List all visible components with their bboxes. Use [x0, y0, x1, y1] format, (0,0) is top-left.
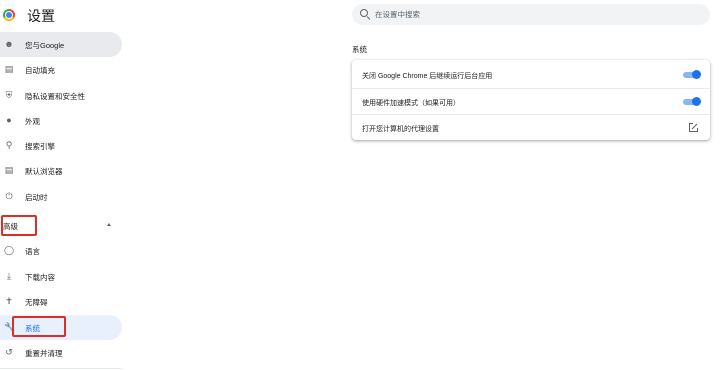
shield-icon: ⛨ — [5, 90, 13, 100]
sidebar-item-label: 默认浏览器 — [25, 167, 63, 176]
sidebar-item-label: 无障碍 — [25, 298, 48, 307]
sidebar-item-label: 下载内容 — [25, 273, 55, 282]
palette-icon: ● — [6, 115, 12, 125]
sidebar-item-accessibility[interactable]: ✝ 无障碍 — [0, 289, 122, 314]
sidebar-item-downloads[interactable]: ⤓ 下载内容 — [0, 264, 122, 289]
browser-icon: ▤ — [4, 165, 14, 175]
person-icon: ☻ — [4, 39, 14, 49]
sidebar-item-privacy[interactable]: ⛨ 隐私设置和安全性 — [0, 83, 122, 108]
power-icon: ⏻ — [5, 191, 13, 201]
sidebar-item-search-engine[interactable]: ⚲ 搜索引擎 — [0, 133, 122, 158]
sidebar-item-autofill[interactable]: ▤ 自动填充 — [0, 57, 122, 82]
sidebar-item-label: 隐私设置和安全性 — [25, 92, 85, 101]
sidebar-item-default-browser[interactable]: ▤ 默认浏览器 — [0, 158, 122, 183]
page-title: 设置 — [27, 8, 55, 24]
sidebar-item-label: 启动时 — [25, 193, 48, 202]
sidebar-item-appearance[interactable]: ● 外观 — [0, 108, 122, 133]
background-apps-toggle[interactable] — [683, 70, 701, 79]
search-icon — [360, 9, 368, 17]
highlight-box-advanced — [1, 215, 37, 236]
setting-row-background-apps[interactable]: 关闭 Google Chrome 后继续运行后台应用 — [352, 62, 710, 88]
chrome-logo-icon — [3, 9, 15, 21]
sidebar-item-languages[interactable]: ◯ 语言 — [0, 238, 122, 263]
reset-icon: ↺ — [5, 347, 13, 357]
highlight-box-system — [12, 316, 66, 337]
sidebar-item-label: 外观 — [25, 117, 40, 126]
setting-row-hardware-acceleration[interactable]: 使用硬件加速模式（如果可用） — [352, 88, 710, 114]
sidebar-item-label: 搜索引擎 — [25, 142, 55, 151]
setting-label: 打开您计算机的代理设置 — [362, 126, 439, 133]
sidebar-item-label: 语言 — [25, 247, 40, 256]
system-settings-card: 关闭 Google Chrome 后继续运行后台应用 使用硬件加速模式（如果可用… — [352, 60, 710, 140]
sidebar-item-reset[interactable]: ↺ 重置并清理 — [0, 340, 122, 365]
section-title: 系统 — [352, 45, 367, 54]
setting-label: 关闭 Google Chrome 后继续运行后台应用 — [362, 73, 493, 80]
search-placeholder: 在设置中搜索 — [375, 10, 420, 19]
app-header: 设置 在设置中搜索 — [0, 0, 720, 30]
sidebar-item-you-and-google[interactable]: ☻ 您与Google — [0, 32, 122, 57]
autofill-icon: ▤ — [4, 64, 14, 74]
external-link-icon[interactable] — [689, 122, 699, 132]
sidebar-item-label: 您与Google — [25, 41, 65, 50]
setting-label: 使用硬件加速模式（如果可用） — [362, 100, 460, 107]
accessibility-icon: ✝ — [5, 296, 13, 306]
globe-icon: ◯ — [4, 245, 15, 255]
sidebar-item-label: 自动填充 — [25, 66, 55, 75]
hardware-acceleration-toggle[interactable] — [683, 97, 701, 106]
search-icon: ⚲ — [5, 140, 13, 150]
download-icon: ⤓ — [7, 271, 11, 281]
sidebar-item-on-startup[interactable]: ⏻ 启动时 — [0, 184, 122, 209]
setting-row-proxy[interactable]: 打开您计算机的代理设置 — [352, 114, 710, 140]
search-input[interactable]: 在设置中搜索 — [352, 4, 710, 25]
chevron-up-icon — [107, 223, 111, 226]
sidebar-item-label: 重置并清理 — [25, 349, 63, 358]
divider — [0, 368, 122, 369]
